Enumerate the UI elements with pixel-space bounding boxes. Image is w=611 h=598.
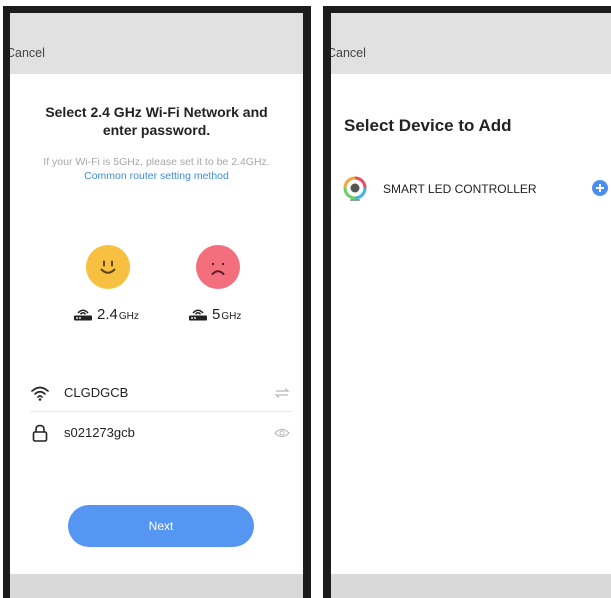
password-value: s021273gcb [64, 425, 135, 440]
lock-icon [32, 424, 48, 442]
bottom-bar [10, 574, 303, 598]
band-value: 2.4 [97, 306, 118, 323]
next-button[interactable]: Next [68, 505, 254, 547]
band-unit: GHz [221, 311, 242, 322]
add-icon[interactable] [592, 180, 608, 196]
router-icon [74, 309, 92, 321]
bottom-bar [331, 574, 611, 598]
band-unit: GHz [118, 311, 139, 322]
router-setting-link[interactable]: Common router setting method [10, 170, 303, 182]
led-controller-icon [343, 176, 367, 201]
phone-frame-left: Cancel Select 2.4 GHz Wi-Fi Network and … [3, 6, 311, 598]
wifi-icon [31, 386, 49, 401]
field-divider [30, 411, 292, 412]
switch-network-icon[interactable] [274, 387, 290, 399]
phone-frame-right: Cancel Select Device to Add SMART LED CO… [323, 6, 611, 598]
device-list-item[interactable]: SMART LED CONTROLLER [342, 176, 611, 202]
router-icon [189, 309, 207, 321]
device-name: SMART LED CONTROLLER [383, 182, 537, 196]
select-device-screen: Cancel Select Device to Add SMART LED CO… [331, 13, 611, 598]
nav-bar: Cancel [331, 13, 611, 74]
cancel-button[interactable]: Cancel [10, 46, 45, 60]
band-2-4ghz: 2.4 GHz [73, 303, 139, 323]
password-field[interactable]: s021273gcb [30, 423, 290, 443]
hint-text: If your Wi-Fi is 5GHz, please set it to … [43, 156, 270, 168]
happy-face-icon [86, 245, 130, 289]
page-title: Select 2.4 GHz Wi-Fi Network and enter p… [10, 103, 303, 139]
wifi-ssid-value: CLGDGCB [64, 385, 129, 400]
band-5ghz: 5 GHz [188, 303, 241, 323]
cancel-button[interactable]: Cancel [331, 46, 366, 60]
page-title: Select Device to Add [344, 116, 512, 135]
wifi-ssid-field[interactable]: CLGDGCB [30, 383, 290, 403]
band-value: 5 [212, 306, 221, 323]
nav-bar: Cancel [10, 13, 303, 74]
title-line-1: Select 2.4 GHz Wi-Fi Network and [45, 104, 268, 120]
eye-icon[interactable] [274, 427, 290, 439]
title-line-2: enter password. [102, 122, 211, 138]
wifi-setup-screen: Cancel Select 2.4 GHz Wi-Fi Network and … [10, 13, 303, 598]
sad-face-icon [196, 245, 240, 289]
